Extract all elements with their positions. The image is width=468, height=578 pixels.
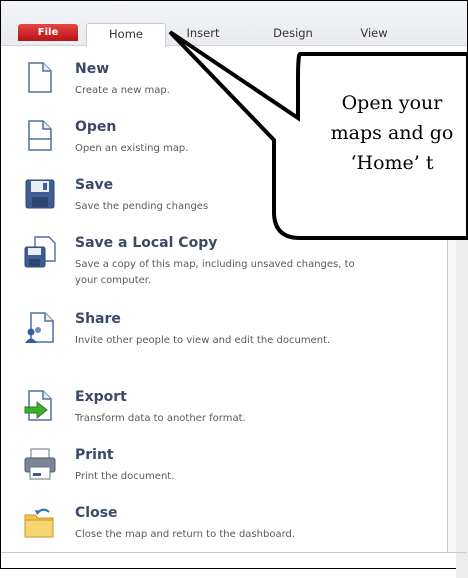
folder-close-icon xyxy=(24,508,54,538)
callout-line-3: ‘Home’ t xyxy=(350,152,434,174)
footer-divider xyxy=(1,552,467,553)
tab-file[interactable]: File xyxy=(18,24,78,41)
right-panel-heading: O xyxy=(454,60,465,75)
menu-item-title: Save xyxy=(75,177,114,193)
callout-line-2: maps and go xyxy=(330,122,454,144)
menu-item-description: Save a copy of this map, including unsav… xyxy=(75,259,355,286)
menu-item-title: Export xyxy=(75,389,127,405)
menu-item-title: Open xyxy=(75,119,117,135)
ribbon-tab-bar: File Home Insert Design View xyxy=(1,1,467,47)
tab-view[interactable]: View xyxy=(354,23,394,45)
menu-item-description: Save the pending changes xyxy=(75,201,209,212)
new-document-icon xyxy=(28,62,52,93)
menu-item-title: Save a Local Copy xyxy=(75,235,218,251)
menu-item-save[interactable]: Save Save the pending changes xyxy=(15,171,435,227)
menu-item-title: Share xyxy=(75,311,121,327)
export-icon xyxy=(24,390,52,421)
open-document-icon xyxy=(28,120,52,151)
menu-item-description: Print the document. xyxy=(75,471,175,482)
menu-item-description: Invite other people to view and edit the… xyxy=(75,335,331,346)
menu-item-share[interactable]: Share Invite other people to view and ed… xyxy=(15,305,435,361)
floppy-disk-icon xyxy=(25,179,55,209)
tab-design[interactable]: Design xyxy=(265,23,321,45)
application-window: File Home Insert Design View New Create … xyxy=(0,0,468,578)
menu-item-export[interactable]: Export Transform data to another format. xyxy=(15,383,435,439)
menu-item-print[interactable]: Print Print the document. xyxy=(15,441,435,497)
menu-item-close[interactable]: Close Close the map and return to the da… xyxy=(15,499,435,555)
save-local-icon xyxy=(24,236,56,268)
menu-item-save-local-copy[interactable]: Save a Local Copy Save a copy of this ma… xyxy=(15,229,435,286)
menu-item-title: Close xyxy=(75,505,118,521)
tab-home[interactable]: Home xyxy=(86,23,166,47)
callout-text: Open your maps and go ‘Home’ t xyxy=(292,88,468,178)
menu-item-title: Print xyxy=(75,447,114,463)
menu-item-description: Close the map and return to the dashboar… xyxy=(75,529,296,540)
tab-insert[interactable]: Insert xyxy=(177,23,229,45)
callout-line-1: Open your xyxy=(341,92,443,114)
menu-item-title: New xyxy=(75,61,110,77)
printer-icon xyxy=(24,448,56,480)
share-icon xyxy=(25,312,54,343)
menu-item-description: Transform data to another format. xyxy=(75,413,246,424)
